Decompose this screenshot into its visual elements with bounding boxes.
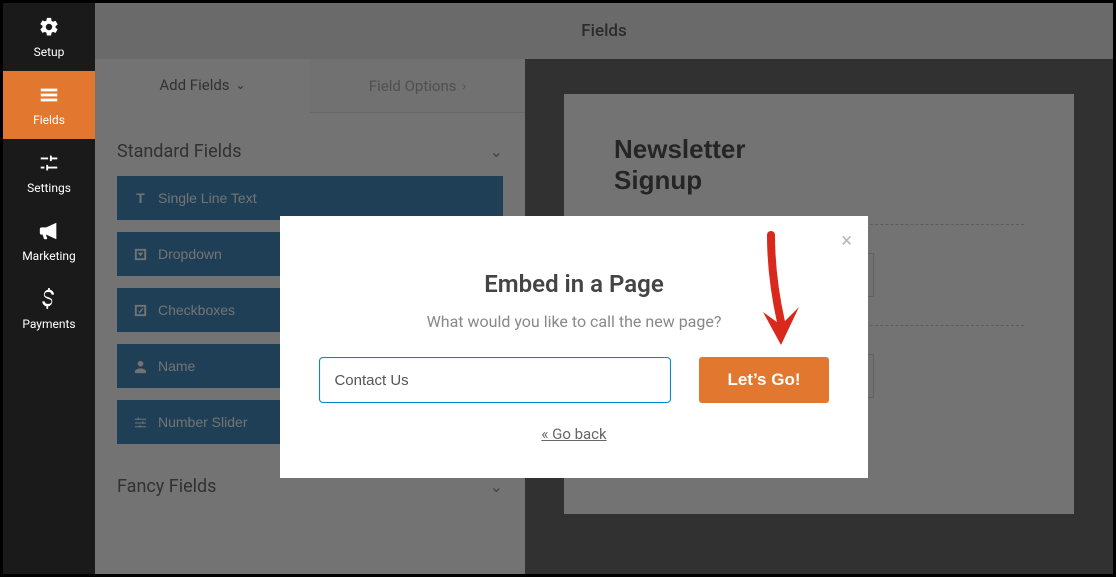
panel-tabs: Add Fields ⌄ Field Options › <box>95 59 525 113</box>
sliders-icon <box>37 151 61 175</box>
bullhorn-icon <box>37 219 61 243</box>
checkbox-icon <box>133 303 148 318</box>
section-standard-fields[interactable]: Standard Fields ⌄ <box>95 113 525 176</box>
chevron-down-icon: ⌄ <box>236 78 246 92</box>
top-bar: Fields <box>95 3 1113 59</box>
sidebar-label: Setup <box>34 45 65 59</box>
sidebar-label: Marketing <box>22 249 76 263</box>
field-label: Checkboxes <box>158 302 235 318</box>
tab-label: Add Fields <box>159 76 229 94</box>
section-title: Fancy Fields <box>117 476 216 497</box>
field-label: Dropdown <box>158 246 222 262</box>
form-title: Newsletter Signup <box>614 134 1024 196</box>
dropdown-icon <box>133 247 148 262</box>
embed-modal: × Embed in a Page What would you like to… <box>280 216 868 478</box>
field-single-line-text[interactable]: T Single Line Text <box>117 176 503 220</box>
sliders-icon <box>133 415 148 430</box>
page-title: Fields <box>581 21 626 41</box>
tab-add-fields[interactable]: Add Fields ⌄ <box>95 59 310 113</box>
lets-go-button[interactable]: Let’s Go! <box>699 357 828 403</box>
sidebar-label: Fields <box>33 113 65 127</box>
sidebar-label: Payments <box>22 317 75 331</box>
sidebar-item-fields[interactable]: Fields <box>3 71 95 139</box>
page-name-input[interactable] <box>319 357 671 403</box>
gear-icon <box>37 15 61 39</box>
chevron-right-icon: › <box>463 79 467 93</box>
dollar-icon <box>37 287 61 311</box>
builder-sidebar: Setup Fields Settings Marketing <box>3 3 95 574</box>
field-label: Number Slider <box>158 414 247 430</box>
sidebar-item-setup[interactable]: Setup <box>3 3 95 71</box>
user-icon <box>133 359 148 374</box>
modal-title: Embed in a Page <box>312 270 836 298</box>
go-back-link[interactable]: « Go back <box>312 425 836 443</box>
list-icon <box>37 83 61 107</box>
field-label: Name <box>158 358 195 374</box>
sidebar-item-marketing[interactable]: Marketing <box>3 207 95 275</box>
chevron-down-icon: ⌄ <box>490 477 503 496</box>
modal-subtitle: What would you like to call the new page… <box>312 312 836 331</box>
section-title: Standard Fields <box>117 141 242 162</box>
tab-label: Field Options <box>369 77 457 95</box>
field-label: Single Line Text <box>158 190 257 206</box>
close-icon[interactable]: × <box>841 230 852 250</box>
sidebar-label: Settings <box>27 181 71 195</box>
sidebar-item-payments[interactable]: Payments <box>3 275 95 343</box>
field-number-slider[interactable]: Number Slider <box>117 400 304 444</box>
text-icon: T <box>133 191 148 206</box>
chevron-down-icon: ⌄ <box>490 142 503 161</box>
tab-field-options[interactable]: Field Options › <box>310 59 525 112</box>
sidebar-item-settings[interactable]: Settings <box>3 139 95 207</box>
